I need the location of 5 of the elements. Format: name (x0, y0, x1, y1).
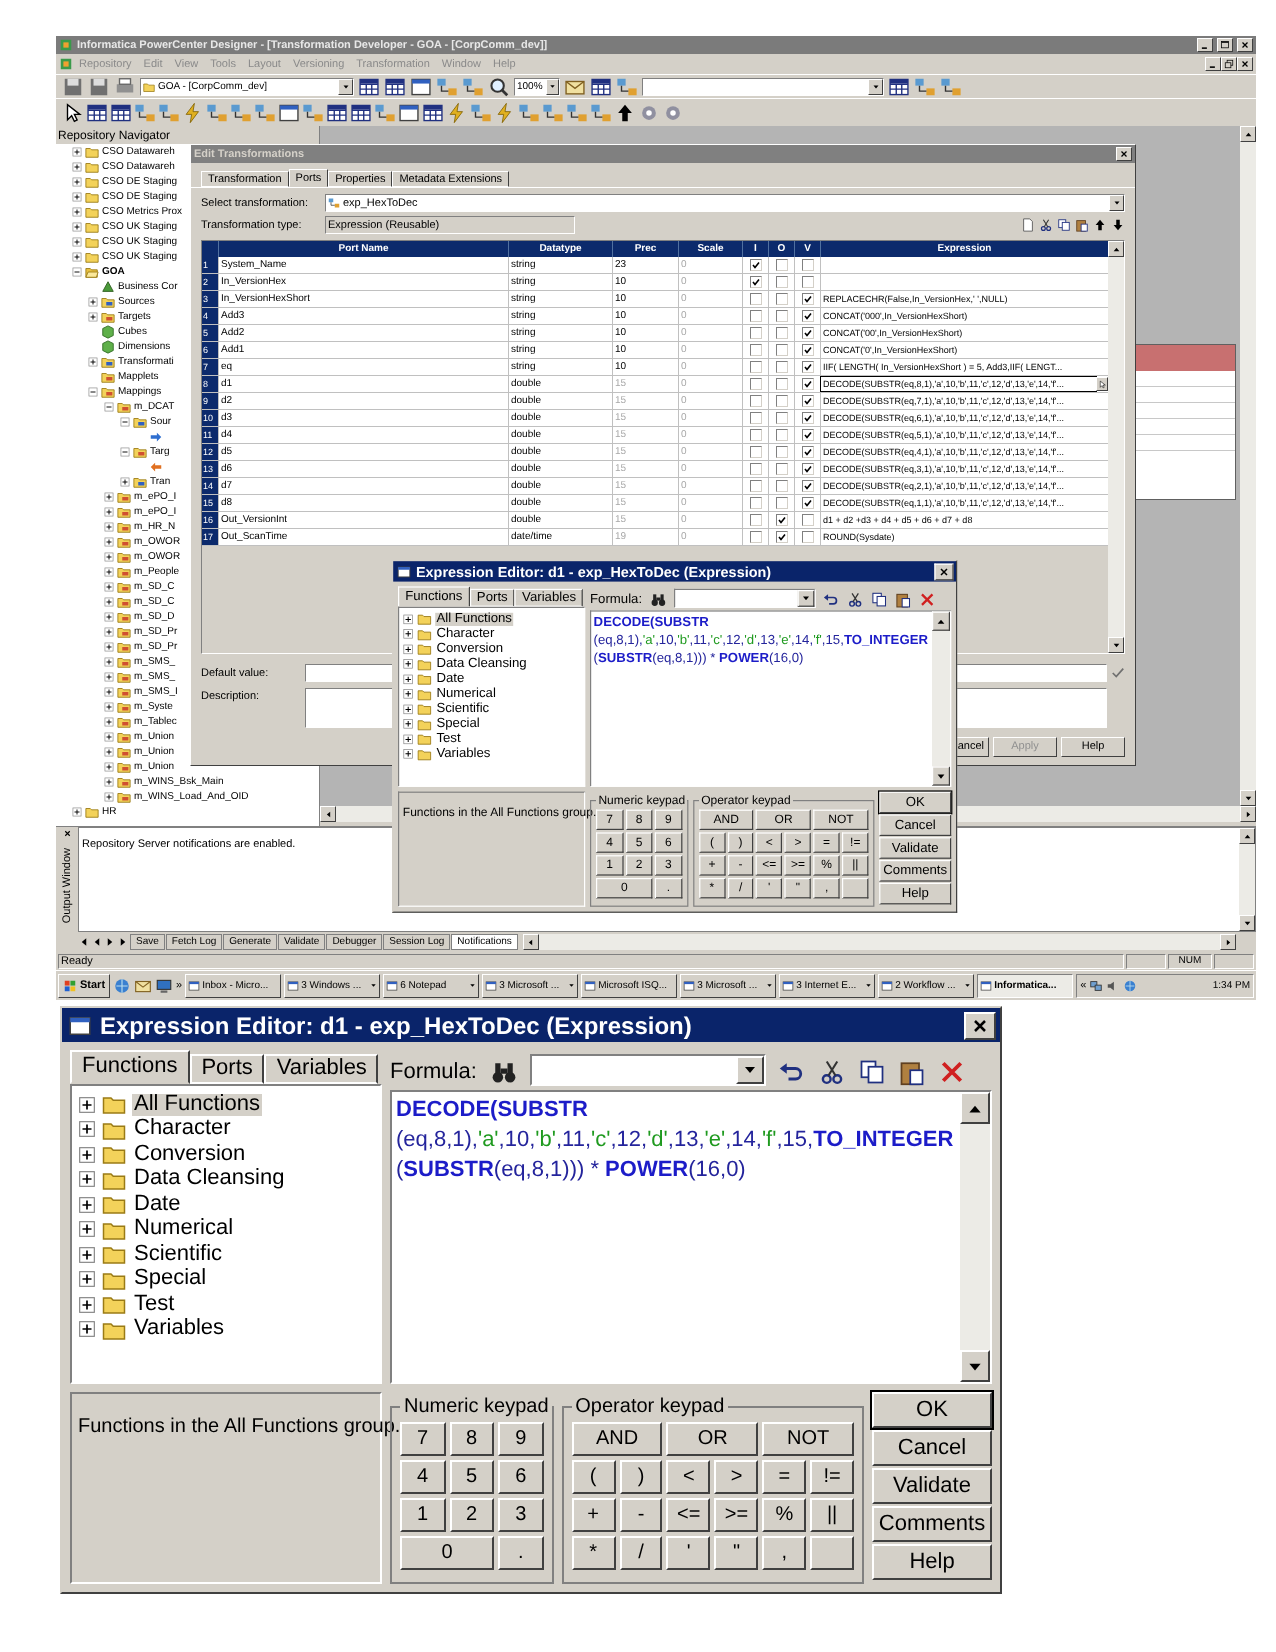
status-text: Functions in the All Functions group. (78, 1416, 401, 1438)
window-title: Expression Editor: d1 - exp_HexToDec (Expression) (100, 1013, 692, 1037)
group-title: Numeric keypad (402, 1394, 551, 1422)
field-label: Formula: (390, 1060, 478, 1086)
group-title: Operator keypad (573, 1394, 727, 1422)
